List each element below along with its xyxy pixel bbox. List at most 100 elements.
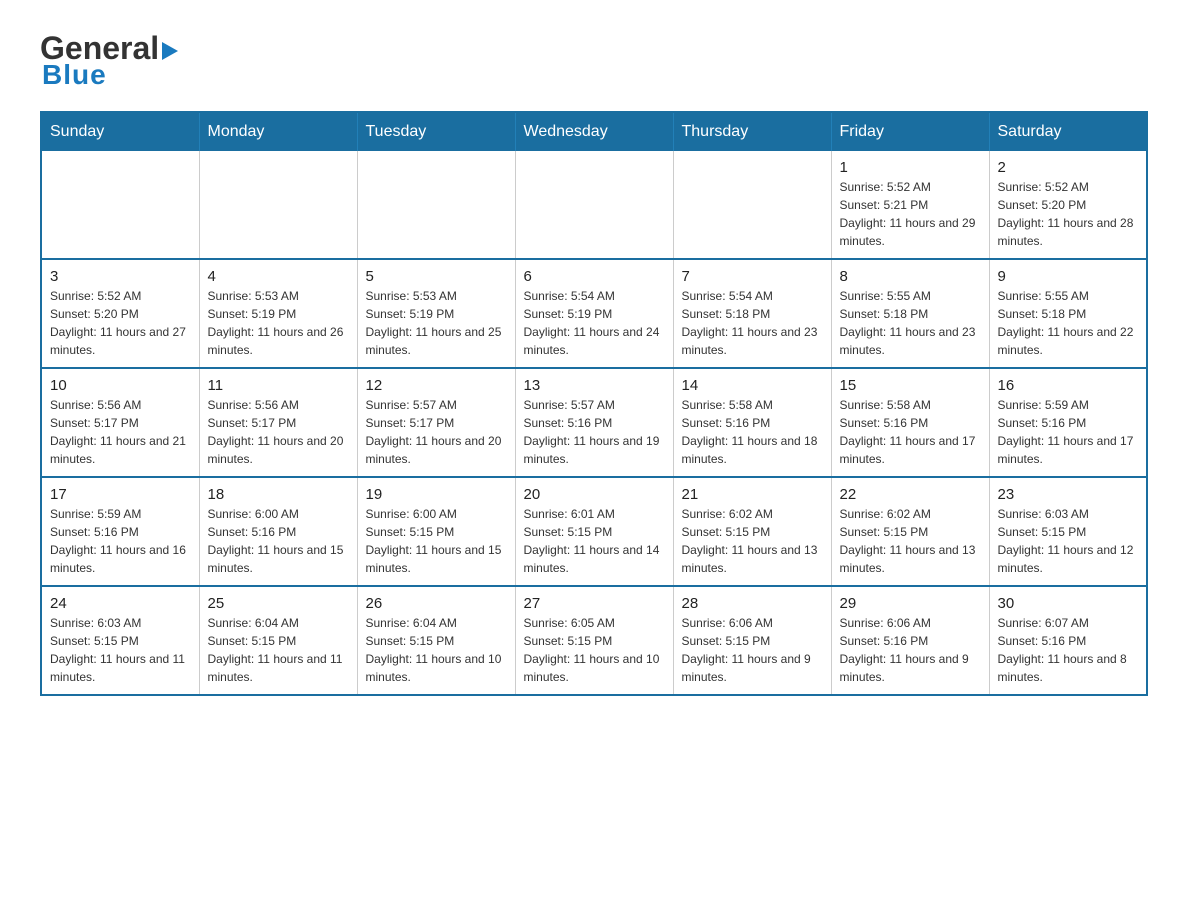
calendar-cell: 18 Sunrise: 6:00 AMSunset: 5:16 PMDayligh… [199,477,357,586]
day-info: Sunrise: 5:52 AMSunset: 5:20 PMDaylight:… [998,178,1139,250]
day-number: 18 [208,486,349,503]
day-info: Sunrise: 6:06 AMSunset: 5:16 PMDaylight:… [840,614,981,686]
calendar-cell: 1 Sunrise: 5:52 AMSunset: 5:21 PMDaylight… [831,151,989,259]
calendar-cell: 27 Sunrise: 6:05 AMSunset: 5:15 PMDayligh… [515,586,673,695]
calendar-cell: 14Sunrise: 5:58 AMSunset: 5:16 PMDayligh… [673,368,831,477]
calendar-cell: 19 Sunrise: 6:00 AMSunset: 5:15 PMDayligh… [357,477,515,586]
calendar-cell [41,151,199,259]
day-info: Sunrise: 5:59 AMSunset: 5:16 PMDaylight:… [998,396,1139,468]
calendar-cell: 12Sunrise: 5:57 AMSunset: 5:17 PMDayligh… [357,368,515,477]
day-number: 19 [366,486,507,503]
day-number: 6 [524,268,665,285]
day-info: Sunrise: 6:02 AMSunset: 5:15 PMDaylight:… [682,505,823,577]
calendar-header-friday: Friday [831,112,989,151]
day-info: Sunrise: 5:59 AMSunset: 5:16 PMDaylight:… [50,505,191,577]
calendar-cell: 30 Sunrise: 6:07 AMSunset: 5:16 PMDayligh… [989,586,1147,695]
day-info: Sunrise: 5:53 AMSunset: 5:19 PMDaylight:… [208,287,349,359]
calendar-cell: 25Sunrise: 6:04 AMSunset: 5:15 PMDayligh… [199,586,357,695]
calendar-week-row: 24 Sunrise: 6:03 AMSunset: 5:15 PMDayligh… [41,586,1147,695]
day-info: Sunrise: 6:03 AMSunset: 5:15 PMDaylight:… [998,505,1139,577]
page-header: General Blue [40,30,1148,91]
day-number: 1 [840,159,981,176]
day-info: Sunrise: 6:00 AMSunset: 5:16 PMDaylight:… [208,505,349,577]
calendar-cell: 15 Sunrise: 5:58 AMSunset: 5:16 PMDayligh… [831,368,989,477]
day-number: 30 [998,595,1139,612]
day-info: Sunrise: 5:58 AMSunset: 5:16 PMDaylight:… [840,396,981,468]
day-info: Sunrise: 5:55 AMSunset: 5:18 PMDaylight:… [840,287,981,359]
calendar-cell: 16 Sunrise: 5:59 AMSunset: 5:16 PMDayligh… [989,368,1147,477]
day-number: 25 [208,595,349,612]
day-number: 24 [50,595,191,612]
day-number: 11 [208,377,349,394]
day-info: Sunrise: 5:56 AMSunset: 5:17 PMDaylight:… [208,396,349,468]
day-number: 8 [840,268,981,285]
day-number: 26 [366,595,507,612]
day-number: 9 [998,268,1139,285]
calendar-week-row: 1 Sunrise: 5:52 AMSunset: 5:21 PMDaylight… [41,151,1147,259]
calendar-cell: 10 Sunrise: 5:56 AMSunset: 5:17 PMDayligh… [41,368,199,477]
day-info: Sunrise: 5:57 AMSunset: 5:17 PMDaylight:… [366,396,507,468]
calendar-cell: 29 Sunrise: 6:06 AMSunset: 5:16 PMDayligh… [831,586,989,695]
calendar-header-wednesday: Wednesday [515,112,673,151]
calendar-cell: 6 Sunrise: 5:54 AMSunset: 5:19 PMDaylight… [515,259,673,368]
day-number: 7 [682,268,823,285]
day-info: Sunrise: 5:54 AMSunset: 5:18 PMDaylight:… [682,287,823,359]
day-number: 15 [840,377,981,394]
day-number: 16 [998,377,1139,394]
logo-chevron-icon [162,42,178,60]
day-info: Sunrise: 6:05 AMSunset: 5:15 PMDaylight:… [524,614,665,686]
calendar-cell: 24 Sunrise: 6:03 AMSunset: 5:15 PMDayligh… [41,586,199,695]
calendar-header-monday: Monday [199,112,357,151]
calendar-header-thursday: Thursday [673,112,831,151]
calendar-week-row: 17 Sunrise: 5:59 AMSunset: 5:16 PMDayligh… [41,477,1147,586]
day-info: Sunrise: 6:07 AMSunset: 5:16 PMDaylight:… [998,614,1139,686]
calendar-cell: 11 Sunrise: 5:56 AMSunset: 5:17 PMDayligh… [199,368,357,477]
calendar-table: SundayMondayTuesdayWednesdayThursdayFrid… [40,111,1148,696]
day-number: 4 [208,268,349,285]
day-number: 10 [50,377,191,394]
day-info: Sunrise: 5:56 AMSunset: 5:17 PMDaylight:… [50,396,191,468]
day-number: 27 [524,595,665,612]
day-info: Sunrise: 5:54 AMSunset: 5:19 PMDaylight:… [524,287,665,359]
day-info: Sunrise: 5:53 AMSunset: 5:19 PMDaylight:… [366,287,507,359]
day-info: Sunrise: 6:00 AMSunset: 5:15 PMDaylight:… [366,505,507,577]
calendar-cell [357,151,515,259]
calendar-cell: 8 Sunrise: 5:55 AMSunset: 5:18 PMDaylight… [831,259,989,368]
day-info: Sunrise: 6:01 AMSunset: 5:15 PMDaylight:… [524,505,665,577]
day-number: 23 [998,486,1139,503]
day-info: Sunrise: 6:03 AMSunset: 5:15 PMDaylight:… [50,614,191,686]
calendar-cell: 2Sunrise: 5:52 AMSunset: 5:20 PMDaylight… [989,151,1147,259]
calendar-cell [199,151,357,259]
day-number: 14 [682,377,823,394]
calendar-cell: 3Sunrise: 5:52 AMSunset: 5:20 PMDaylight… [41,259,199,368]
day-number: 22 [840,486,981,503]
calendar-cell: 17 Sunrise: 5:59 AMSunset: 5:16 PMDayligh… [41,477,199,586]
logo-blue-text: Blue [42,59,107,91]
calendar-header-saturday: Saturday [989,112,1147,151]
day-info: Sunrise: 6:06 AMSunset: 5:15 PMDaylight:… [682,614,823,686]
day-number: 17 [50,486,191,503]
day-number: 28 [682,595,823,612]
calendar-cell: 26 Sunrise: 6:04 AMSunset: 5:15 PMDayligh… [357,586,515,695]
calendar-header-tuesday: Tuesday [357,112,515,151]
day-number: 3 [50,268,191,285]
calendar-cell: 22Sunrise: 6:02 AMSunset: 5:15 PMDayligh… [831,477,989,586]
day-number: 29 [840,595,981,612]
calendar-cell: 23 Sunrise: 6:03 AMSunset: 5:15 PMDayligh… [989,477,1147,586]
calendar-cell [673,151,831,259]
day-info: Sunrise: 5:52 AMSunset: 5:21 PMDaylight:… [840,178,981,250]
calendar-week-row: 10 Sunrise: 5:56 AMSunset: 5:17 PMDayligh… [41,368,1147,477]
day-info: Sunrise: 5:55 AMSunset: 5:18 PMDaylight:… [998,287,1139,359]
day-number: 13 [524,377,665,394]
day-info: Sunrise: 6:04 AMSunset: 5:15 PMDaylight:… [366,614,507,686]
day-number: 21 [682,486,823,503]
calendar-header-row: SundayMondayTuesdayWednesdayThursdayFrid… [41,112,1147,151]
calendar-cell: 20Sunrise: 6:01 AMSunset: 5:15 PMDayligh… [515,477,673,586]
calendar-cell: 28 Sunrise: 6:06 AMSunset: 5:15 PMDayligh… [673,586,831,695]
calendar-cell: 4 Sunrise: 5:53 AMSunset: 5:19 PMDaylight… [199,259,357,368]
day-number: 5 [366,268,507,285]
calendar-cell: 13Sunrise: 5:57 AMSunset: 5:16 PMDayligh… [515,368,673,477]
calendar-cell: 9 Sunrise: 5:55 AMSunset: 5:18 PMDaylight… [989,259,1147,368]
calendar-cell: 21 Sunrise: 6:02 AMSunset: 5:15 PMDayligh… [673,477,831,586]
calendar-header-sunday: Sunday [41,112,199,151]
